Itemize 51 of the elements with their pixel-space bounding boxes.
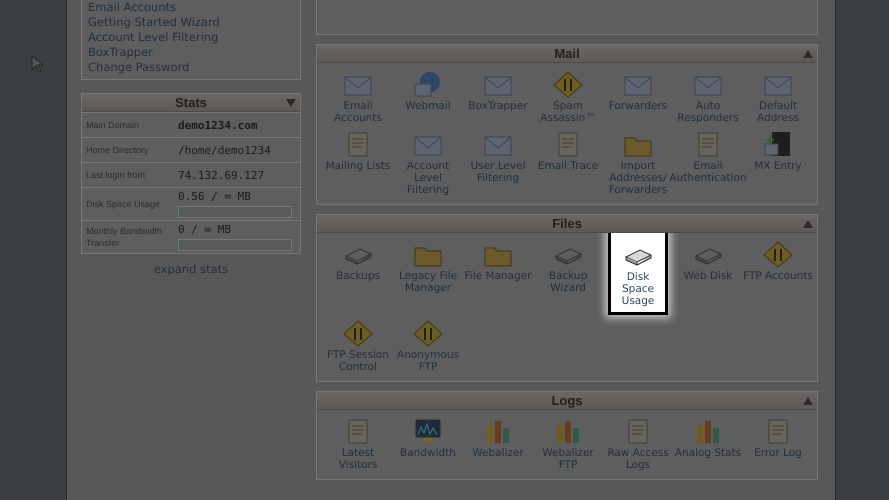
feature-item[interactable]: Disk Space Usage bbox=[608, 230, 668, 315]
feature-item[interactable]: Default Address bbox=[743, 68, 813, 126]
collapse-icon[interactable] bbox=[803, 220, 813, 228]
collapse-icon[interactable] bbox=[286, 99, 296, 107]
feature-item[interactable]: Forwarders bbox=[603, 68, 673, 126]
feature-item[interactable]: Mailing Lists bbox=[323, 128, 393, 198]
feature-item[interactable]: Error Log bbox=[743, 415, 813, 473]
panel-title: Mail bbox=[554, 46, 580, 61]
feature-item[interactable]: Webalizer FTP bbox=[533, 415, 603, 473]
feature-item[interactable]: Account Level Filtering bbox=[393, 128, 463, 198]
panel-title: Stats bbox=[175, 95, 207, 110]
sidebar-link[interactable]: Email Accounts bbox=[88, 0, 176, 15]
sidebar-link[interactable]: BoxTrapper bbox=[88, 45, 153, 60]
feature-item[interactable]: Spam Assassin™ bbox=[533, 68, 603, 126]
stat-value: 0 / ∞ MB bbox=[178, 223, 231, 236]
feature-item[interactable]: Bandwidth bbox=[393, 415, 463, 473]
sidebar-link[interactable]: Getting Started Wizard bbox=[88, 15, 220, 30]
diamond-sign-icon bbox=[342, 319, 374, 347]
diamond-sign-icon bbox=[552, 70, 584, 98]
stat-value: 0.56 / ∞ MB bbox=[178, 190, 251, 203]
feature-item[interactable]: BoxTrapper bbox=[463, 68, 533, 126]
expand-stats-link[interactable]: expand stats bbox=[154, 262, 228, 276]
feature-item[interactable]: File Manager bbox=[463, 238, 533, 315]
sidebar-link[interactable]: Account Level Filtering bbox=[88, 30, 218, 45]
panel-title: Logs bbox=[551, 393, 583, 408]
feature-item[interactable]: Anonymous FTP bbox=[393, 317, 463, 375]
feature-item[interactable]: Backups bbox=[323, 238, 393, 315]
feature-item[interactable]: Backup Wizard bbox=[533, 238, 603, 315]
feature-item[interactable]: Email Accounts bbox=[323, 68, 393, 126]
feature-item[interactable]: Analog Stats bbox=[673, 415, 743, 473]
feature-item[interactable]: Webmail bbox=[393, 68, 463, 126]
feature-item[interactable]: Legacy File Manager bbox=[393, 238, 463, 315]
stat-value: demo1234.com bbox=[178, 118, 258, 132]
stat-value: 74.132.69.127 bbox=[178, 168, 264, 182]
collapse-icon[interactable] bbox=[803, 50, 813, 58]
feature-item[interactable]: FTP Accounts bbox=[743, 238, 813, 315]
feature-item[interactable]: User Level Filtering bbox=[463, 128, 533, 198]
feature-item[interactable]: Webalizer bbox=[463, 415, 533, 473]
feature-item[interactable]: Web Disk bbox=[673, 238, 743, 315]
stat-value: /home/demo1234 bbox=[178, 144, 271, 156]
diamond-sign-icon bbox=[412, 319, 444, 347]
feature-item[interactable]: Latest Visitors bbox=[323, 415, 393, 473]
feature-item[interactable]: Raw Access Logs bbox=[603, 415, 673, 473]
feature-item[interactable]: Auto Responders bbox=[673, 68, 743, 126]
feature-item[interactable]: FTP Session Control bbox=[323, 317, 393, 375]
panel-title: Files bbox=[552, 216, 582, 231]
sidebar-link[interactable]: Change Password bbox=[88, 60, 190, 75]
feature-item[interactable]: Email Trace bbox=[533, 128, 603, 198]
diamond-sign-icon bbox=[762, 240, 794, 268]
mouse-pointer-icon bbox=[31, 55, 43, 73]
collapse-icon[interactable] bbox=[803, 397, 813, 405]
